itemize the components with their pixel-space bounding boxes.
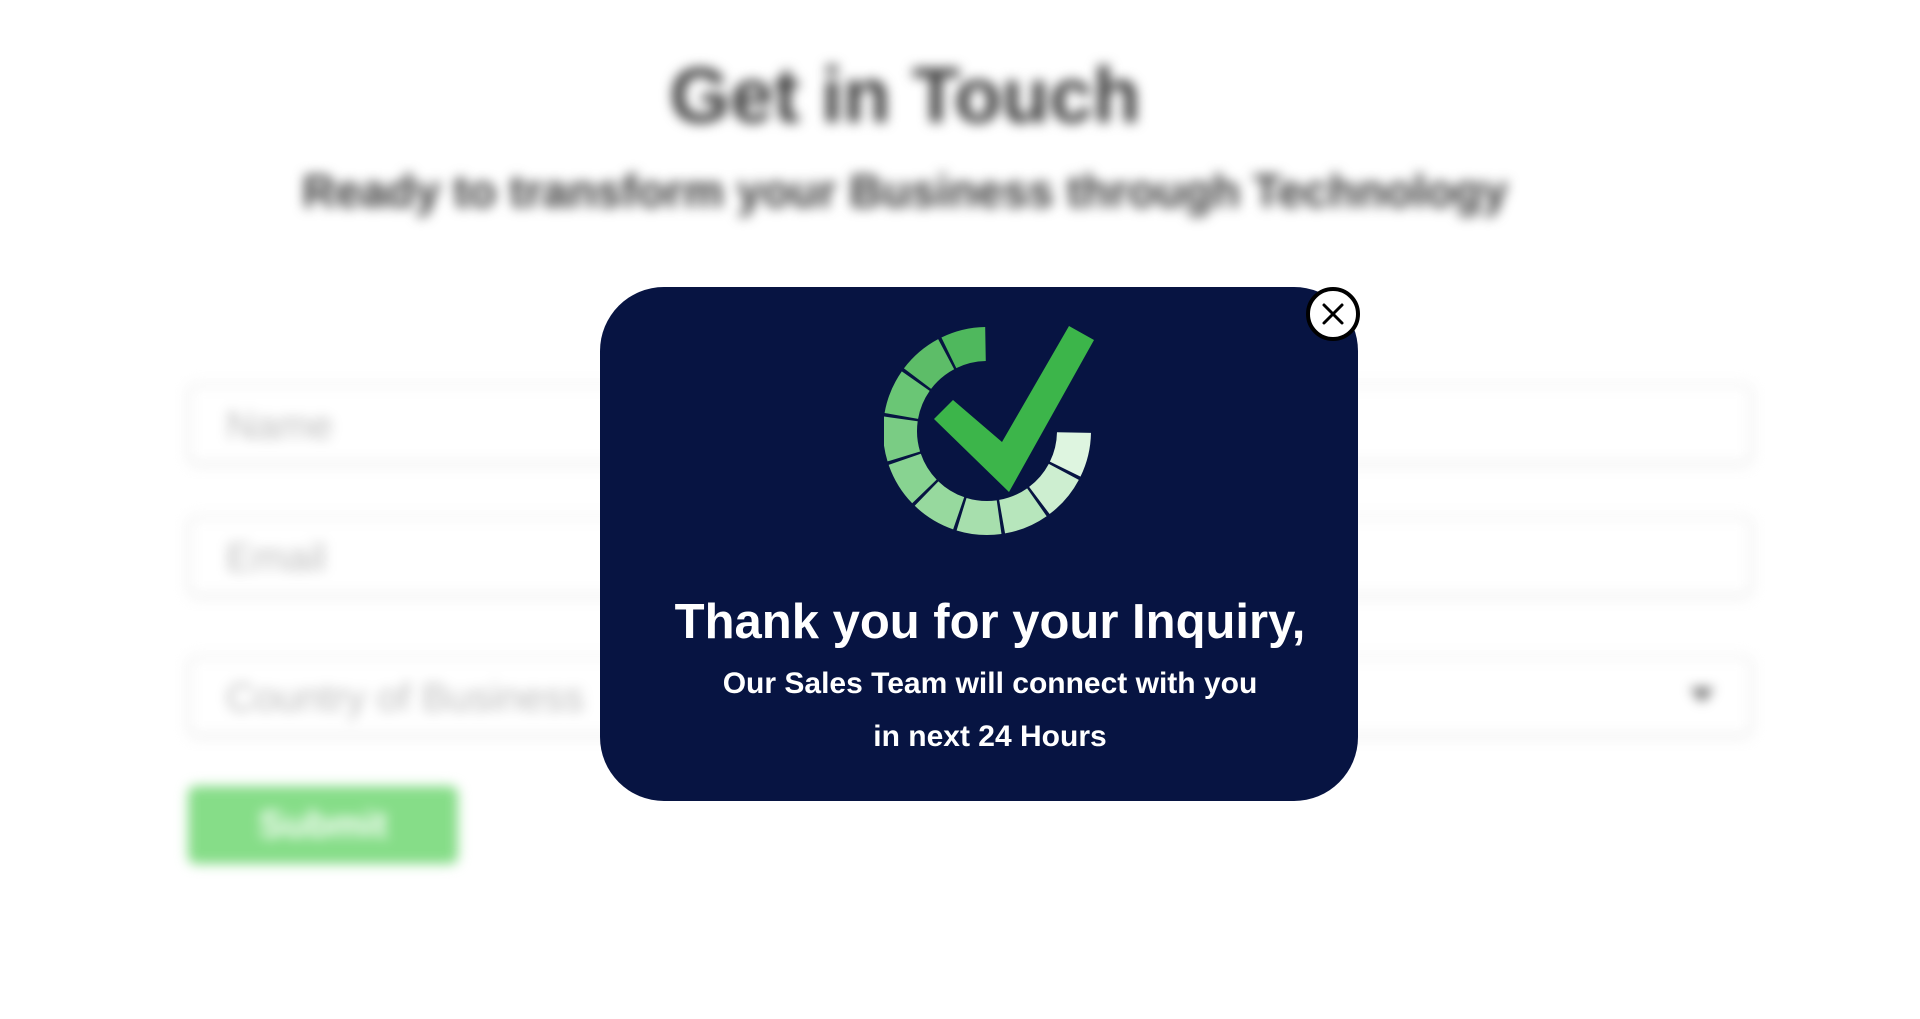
- name-placeholder: Name: [226, 404, 333, 448]
- chevron-down-icon: [1690, 688, 1714, 702]
- page: Get in Touch Ready to transform your Bus…: [0, 0, 1920, 1019]
- close-button[interactable]: [1306, 287, 1360, 341]
- modal-heading: Thank you for your Inquiry,: [674, 595, 1306, 649]
- close-icon: [1322, 303, 1344, 325]
- email-placeholder: Email: [226, 536, 327, 580]
- form-title: Get in Touch: [669, 51, 1141, 139]
- ring-segment: [956, 497, 1002, 535]
- form-subtitle: Ready to transform your Business through…: [302, 165, 1508, 217]
- country-placeholder: Country of Business: [226, 676, 584, 720]
- modal-message-line-2: in next 24 Hours: [873, 720, 1107, 753]
- ring-segment: [884, 416, 921, 462]
- modal-message-line-1: Our Sales Team will connect with you: [722, 667, 1258, 700]
- submit-button[interactable]: Submit: [188, 786, 458, 864]
- success-check-icon: [884, 326, 1094, 535]
